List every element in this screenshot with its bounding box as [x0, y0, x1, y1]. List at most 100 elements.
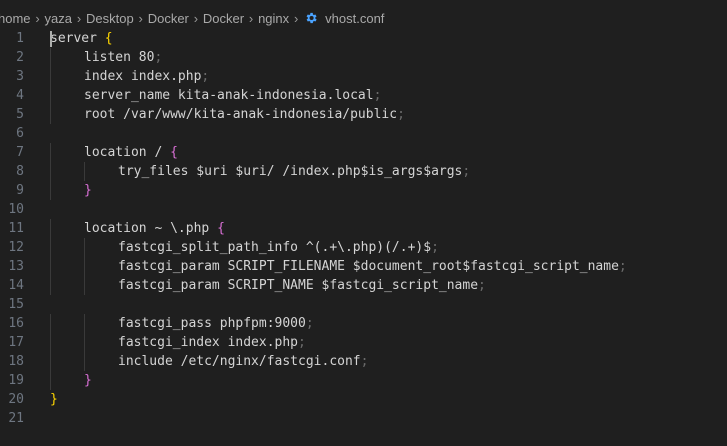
code-punctuation: ;	[201, 69, 210, 84]
code-line[interactable]: 7 location / {	[0, 143, 727, 162]
line-number: 16	[8, 316, 24, 331]
code-line[interactable]: 13 fastcgi_param SCRIPT_FILENAME $documen…	[0, 257, 727, 276]
chevron-right-icon: ›	[35, 10, 40, 26]
code-line[interactable]: 3 index index.php;	[0, 67, 727, 86]
code-line[interactable]: 16 fastcgi_pass phpfpm:9000;	[0, 314, 727, 333]
code-line[interactable]: 19}	[0, 371, 727, 390]
code-punctuation: ;	[373, 88, 382, 103]
code-token: server	[50, 31, 105, 46]
line-number: 10	[8, 202, 24, 217]
indent-guide	[50, 257, 51, 276]
indent-guide	[50, 181, 51, 200]
indent-guide	[84, 162, 85, 181]
indent-guide	[50, 333, 51, 352]
code-text: fastcgi_index index.php;	[118, 333, 306, 352]
gear-icon	[303, 10, 319, 26]
code-editor[interactable]: home › yaza › Desktop › Docker › Docker …	[0, 0, 727, 446]
line-number: 5	[16, 107, 24, 122]
line-number: 18	[8, 354, 24, 369]
indent-guide	[84, 238, 85, 257]
code-token: fastcgi_index index.php	[118, 335, 299, 350]
code-line[interactable]: 12 fastcgi_split_path_info ^(.+\.php)(/.+…	[0, 238, 727, 257]
chevron-right-icon: ›	[193, 10, 199, 26]
breadcrumb: home › yaza › Desktop › Docker › Docker …	[0, 8, 384, 28]
code-line[interactable]: 15	[0, 295, 727, 314]
code-token: fastcgi_param SCRIPT_FILENAME $document_…	[118, 259, 619, 274]
indent-guide	[50, 352, 51, 371]
code-brace-inner: }	[84, 373, 92, 388]
code-line[interactable]: 8 try_files $uri $uri/ /index.php$is_args…	[0, 162, 727, 181]
indent-guide	[50, 219, 51, 238]
indent-guide	[50, 162, 51, 181]
indent-guide	[50, 105, 51, 124]
code-token: server_name kita-anak-indonesia.local	[84, 88, 374, 103]
breadcrumb-item-file[interactable]: vhost.conf	[325, 11, 384, 26]
code-line[interactable]: 5 root /var/www/kita-anak-indonesia/publi…	[0, 105, 727, 124]
code-line[interactable]: 21	[0, 409, 727, 428]
code-text: location / {	[84, 143, 178, 162]
indent-guide	[50, 67, 51, 86]
code-text: }	[84, 371, 92, 390]
code-brace-outer: {	[104, 31, 113, 46]
code-area[interactable]: 1 server {2 listen 80; 3 index index.php; 4 se…	[0, 29, 727, 446]
code-line[interactable]: 18 include /etc/nginx/fastcgi.conf;	[0, 352, 727, 371]
breadcrumb-item-home[interactable]: home	[0, 11, 31, 26]
line-number: 3	[16, 69, 24, 84]
text-cursor	[50, 31, 52, 47]
code-punctuation: ;	[462, 164, 471, 179]
breadcrumb-item-nginx[interactable]: nginx	[258, 11, 289, 26]
line-number: 21	[8, 411, 24, 426]
breadcrumb-item-docker-sub[interactable]: Docker	[203, 11, 244, 26]
line-number: 1	[16, 31, 24, 46]
breadcrumb-item-desktop[interactable]: Desktop	[86, 11, 134, 26]
code-text: root /var/www/kita-anak-indonesia/public…	[84, 105, 405, 124]
line-number: 7	[16, 145, 24, 160]
code-line[interactable]: 9}	[0, 181, 727, 200]
indent-guide	[50, 276, 51, 295]
code-punctuation: ;	[618, 259, 627, 274]
code-token: location ~ \.php	[84, 221, 218, 236]
code-text: }	[50, 390, 58, 409]
code-text: include /etc/nginx/fastcgi.conf;	[118, 352, 368, 371]
code-text: listen 80;	[84, 48, 162, 67]
code-line[interactable]: 20}	[0, 390, 727, 409]
code-line[interactable]: 11 location ~ \.php {	[0, 219, 727, 238]
code-line[interactable]: 6	[0, 124, 727, 143]
code-brace-outer: }	[50, 392, 58, 407]
code-punctuation: ;	[431, 240, 439, 255]
code-line[interactable]: 1 server {	[0, 29, 727, 48]
code-punctuation: ;	[397, 107, 405, 122]
code-line[interactable]: 17 fastcgi_index index.php;	[0, 333, 727, 352]
code-token: location /	[84, 145, 171, 160]
indent-guide	[50, 314, 51, 333]
indent-guide	[84, 352, 85, 371]
breadcrumb-item-docker[interactable]: Docker	[148, 11, 189, 26]
chevron-right-icon: ›	[76, 10, 82, 26]
code-text: try_files $uri $uri/ /index.php$is_args$…	[118, 162, 470, 181]
code-line[interactable]: 2 listen 80;	[0, 48, 727, 67]
code-text: }	[84, 181, 92, 200]
code-line[interactable]: 4 server_name kita-anak-indonesia.local;	[0, 86, 727, 105]
code-brace-inner: {	[170, 145, 178, 160]
code-text: fastcgi_pass phpfpm:9000;	[118, 314, 314, 333]
line-number: 9	[16, 183, 24, 198]
line-number: 13	[8, 259, 24, 274]
code-line[interactable]: 14 fastcgi_param SCRIPT_NAME $fastcgi_scr…	[0, 276, 727, 295]
line-number: 12	[8, 240, 24, 255]
code-token: try_files $uri $uri/ /index.php$is_args$…	[118, 164, 463, 179]
code-text: fastcgi_split_path_info ^(.+\.php)(/.+)$…	[118, 238, 439, 257]
code-line[interactable]: 10	[0, 200, 727, 219]
code-text: fastcgi_param SCRIPT_NAME $fastcgi_scrip…	[118, 276, 486, 295]
chevron-right-icon: ›	[293, 10, 299, 26]
code-token: fastcgi_pass phpfpm:9000	[118, 316, 306, 331]
line-number: 17	[8, 335, 24, 350]
breadcrumb-item-yaza[interactable]: yaza	[45, 11, 72, 26]
code-text: fastcgi_param SCRIPT_FILENAME $document_…	[118, 257, 627, 276]
code-token: root /var/www/kita-anak-indonesia/public	[84, 107, 398, 122]
line-number: 14	[8, 278, 24, 293]
line-number: 6	[16, 126, 24, 141]
code-brace-inner: }	[84, 183, 92, 198]
code-punctuation: ;	[305, 316, 314, 331]
indent-guide	[84, 257, 85, 276]
code-text: location ~ \.php {	[84, 219, 225, 238]
